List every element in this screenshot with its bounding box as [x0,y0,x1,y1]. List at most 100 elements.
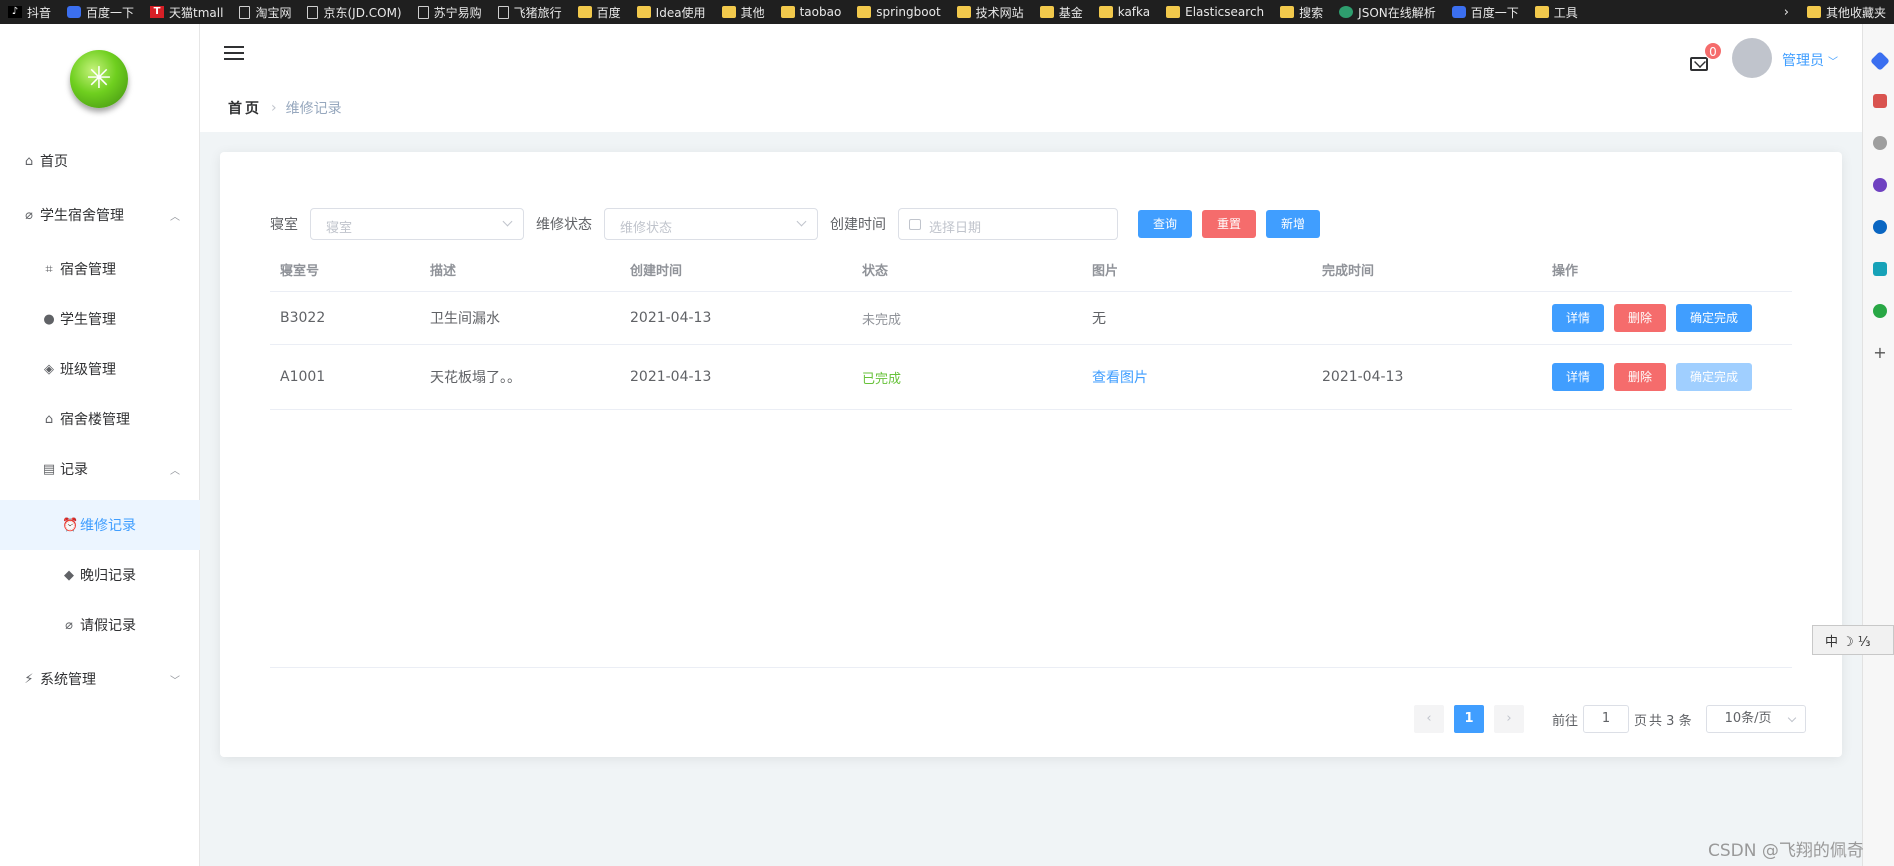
breadcrumb: 首页 › 维修记录 [228,98,342,118]
ime-toolbar[interactable]: 中 ☽ ⅓ [1812,625,1894,655]
price-tag-icon: ◆ [64,567,74,583]
sidebar-item-label: 记录 [60,462,88,478]
bookmark-label: 搜索 [1299,5,1324,20]
extension-icon[interactable] [1873,220,1887,234]
extension-icon[interactable] [1870,51,1890,71]
status-select[interactable]: 维修状态 [604,208,818,240]
column-header: 寝室号 [280,264,320,279]
folder-icon [1280,6,1295,18]
bookmark-folder-tech[interactable]: 技术网站 [949,0,1032,24]
bookmark-folder-other[interactable]: 其他 [714,0,773,24]
bookmark-folder-tools[interactable]: 工具 [1527,0,1586,24]
detail-button[interactable]: 详情 [1552,304,1605,332]
extension-icon[interactable] [1873,262,1887,276]
bookmark-suning[interactable]: 苏宁易购 [410,0,490,24]
sidebar-item-label: 班级管理 [60,362,116,378]
bookmark-folder-search[interactable]: 搜索 [1272,0,1331,24]
page-size-value: 10条/页 [1724,711,1772,726]
bookmark-label: springboot [876,5,941,19]
sidebar-item-class[interactable]: ◈ 班级管理 [0,344,200,394]
extension-icon[interactable] [1873,136,1887,150]
sidebar-item-repair[interactable]: ⏰ 维修记录 [0,500,200,550]
table-header: 寝室号 描述 创建时间 状态 图片 完成时间 操作 [270,248,1792,292]
reset-button[interactable]: 重置 [1202,210,1257,238]
bookmark-label: 百度一下 [86,5,135,20]
bookmarks-overflow-button[interactable]: › [1774,5,1799,20]
house-icon: ⌂ [44,411,54,427]
sidebar-item-home[interactable]: ⌂ 首页 [0,136,200,186]
sidebar-item-student[interactable]: ● 学生管理 [0,294,200,344]
extension-icon[interactable] [1873,304,1887,318]
bookmark-folder-kafka[interactable]: kafka [1091,0,1158,24]
baidu-icon [1451,6,1466,18]
bookmark-folder-es[interactable]: Elasticsearch [1158,0,1272,24]
room-select[interactable]: 寝室 [310,208,524,240]
goto-suffix: 页 [1634,713,1648,729]
bookmark-folder-springboot[interactable]: springboot [849,0,948,24]
user-menu[interactable]: 管理员 ﹀ [1782,50,1838,70]
detail-button[interactable]: 详情 [1552,363,1605,391]
bookmark-fliggy[interactable]: 飞猪旅行 [490,0,570,24]
add-icon[interactable]: + [1873,345,1887,361]
finished-cell: 2021-04-13 [1322,369,1404,385]
bookmark-folder-fund[interactable]: 基金 [1032,0,1091,24]
user-icon: ● [43,311,55,327]
next-page-button[interactable]: › [1494,705,1524,733]
date-picker-placeholder: 选择日期 [929,221,982,236]
query-button[interactable]: 查询 [1138,210,1193,238]
avatar[interactable] [1732,38,1772,78]
view-image-link[interactable]: 查看图片 [1082,345,1148,409]
bookmark-json[interactable]: JSON在线解析 [1331,0,1444,24]
chevron-down-icon: ﹀ [1828,57,1838,68]
actions-cell: 详情 删除 确定完成 [1542,345,1762,409]
sidebar-item-building[interactable]: ⌂ 宿舍楼管理 [0,394,200,444]
folder-icon [956,6,971,18]
table-row: B3022 卫生间漏水 2021-04-13 未完成 无 详情 删除 确定完成 [270,292,1792,345]
delete-button[interactable]: 删除 [1614,363,1667,391]
bookmark-taobao[interactable]: 淘宝网 [231,0,299,24]
bookmark-label: 百度一下 [1470,5,1519,20]
confirm-complete-button[interactable]: 确定完成 [1676,304,1753,332]
bookmark-folder-taobao[interactable]: taobao [773,0,850,24]
bookmark-tmall[interactable]: T 天猫tmall [142,0,231,24]
confirm-complete-button[interactable]: 确定完成 [1676,363,1753,391]
column-header: 完成时间 [1322,264,1375,279]
folder-icon [1166,6,1181,18]
extension-icon[interactable] [1873,94,1887,108]
total-count: 共 3 条 [1649,713,1692,729]
user-name: 管理员 [1782,53,1824,69]
page-number[interactable]: 1 [1454,705,1484,733]
bookmark-jd[interactable]: 京东(JD.COM) [299,0,409,24]
bookmark-folder-baidu[interactable]: 百度 [570,0,629,24]
bookmark-label: 淘宝网 [255,5,292,20]
top-header: 首页 › 维修记录 0 管理员 ﹀ [200,24,1862,132]
bookmark-label: 抖音 [27,5,52,20]
sidebar-group-system[interactable]: ⚡ 系统管理 ﹀ [0,654,200,704]
bookmark-label: 基金 [1058,5,1083,20]
bookmark-baidu[interactable]: 百度一下 [59,0,142,24]
folder-icon [1039,6,1054,18]
sidebar-item-late-return[interactable]: ◆ 晚归记录 [0,550,200,600]
page-size-select[interactable]: 10条/页 [1705,705,1806,733]
breadcrumb-separator-icon: › [271,100,277,116]
breadcrumb-home[interactable]: 首页 [228,98,262,118]
bookmark-folder-idea[interactable]: Idea使用 [629,0,714,24]
bookmarks-bar: ♪ 抖音 百度一下 T 天猫tmall 淘宝网 京东(JD.COM) 苏宁易购 飞猪… [0,0,1894,24]
delete-button[interactable]: 删除 [1614,304,1667,332]
menu-toggle-icon[interactable] [224,46,244,62]
sidebar-group-records[interactable]: ▤ 记录 ︿ [0,444,200,494]
goto-page-input[interactable]: 1 [1583,705,1630,733]
sidebar-item-leave[interactable]: ⌀ 请假记录 [0,600,200,650]
extension-icon[interactable] [1873,178,1887,192]
prev-page-button[interactable]: ‹ [1414,705,1444,733]
sidebar-group-dorm-management[interactable]: ⌀ 学生宿舍管理 ︿ [0,190,200,240]
add-button[interactable]: 新增 [1266,210,1321,238]
bookmark-label: 其他 [740,5,765,20]
sidebar-item-dorm[interactable]: ⌗ 宿舍管理 [0,244,200,294]
bookmark-other-folders[interactable]: 其他收藏夹 [1799,0,1894,24]
baidu-icon [67,6,82,18]
bookmark-douyin[interactable]: ♪ 抖音 [0,0,59,24]
status-cell: 已完成 [862,371,902,387]
date-picker[interactable]: 选择日期 [898,208,1118,240]
bookmark-baidu-2[interactable]: 百度一下 [1444,0,1527,24]
